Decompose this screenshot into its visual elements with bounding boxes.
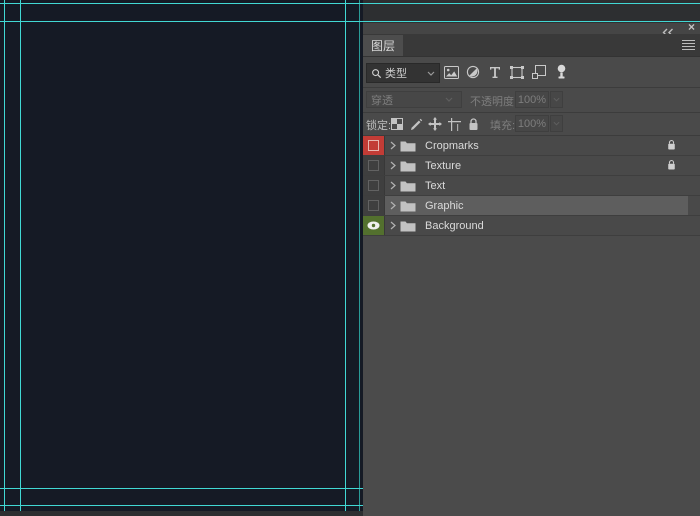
eye-hidden-box	[368, 140, 379, 151]
guide-horizontal	[0, 505, 363, 506]
blend-opacity-row: 穿透 不透明度: 100%	[363, 88, 700, 113]
opacity-dropdown-icon[interactable]	[550, 91, 563, 108]
adjustment-layer-filter-icon[interactable]	[464, 63, 482, 81]
layer-name: Cropmarks	[425, 139, 479, 152]
fill-dropdown-icon[interactable]	[550, 115, 563, 132]
guide-horizontal	[0, 3, 700, 4]
fill-value: 100%	[517, 117, 547, 130]
folder-icon	[400, 200, 416, 212]
opacity-label: 不透明度:	[470, 96, 518, 108]
layer-name: Background	[425, 219, 484, 232]
photoshop-workspace: × 图层 类型 穿透 不透明度: 100% 锁定: 填充: 100% Cropm…	[0, 0, 700, 516]
guide-vertical	[359, 0, 360, 511]
guide-vertical	[20, 0, 21, 511]
filter-kind-label: 类型	[385, 68, 407, 80]
folder-icon	[400, 220, 416, 232]
disclosure-arrow-icon[interactable]	[390, 161, 396, 170]
disclosure-arrow-icon[interactable]	[390, 181, 396, 190]
layer-row-background[interactable]: Background	[363, 216, 700, 236]
lock-icon	[667, 139, 676, 151]
tab-layers[interactable]: 图层	[363, 35, 403, 56]
blend-mode-value: 穿透	[371, 94, 393, 107]
folder-icon	[400, 160, 416, 172]
guide-horizontal	[0, 488, 363, 489]
chevron-down-icon	[427, 71, 435, 76]
filter-kind-select[interactable]: 类型	[366, 63, 440, 83]
folder-icon	[400, 140, 416, 152]
document-canvas[interactable]	[0, 0, 363, 511]
lock-position-icon[interactable]	[427, 116, 443, 132]
folder-icon	[400, 180, 416, 192]
type-layer-filter-icon[interactable]	[486, 63, 504, 81]
lock-transparent-pixels-icon[interactable]	[389, 116, 405, 132]
lock-fill-row: 锁定: 填充: 100%	[363, 113, 700, 136]
panel-menu-icon[interactable]	[682, 40, 695, 51]
collapse-panels-icon[interactable]	[661, 24, 675, 37]
layer-name: Text	[425, 179, 446, 192]
blend-mode-select[interactable]: 穿透	[366, 91, 462, 108]
layer-name: Texture	[425, 159, 462, 172]
disclosure-arrow-icon[interactable]	[390, 141, 396, 150]
layer-row-texture[interactable]: Texture	[363, 156, 700, 176]
visibility-toggle[interactable]	[363, 156, 385, 175]
layer-filter-toggle-icon[interactable]	[552, 62, 570, 82]
pixel-layer-filter-icon[interactable]	[442, 63, 460, 81]
eye-hidden-box	[368, 200, 379, 211]
fill-field[interactable]: 100%	[515, 115, 549, 132]
panel-empty-area	[363, 236, 700, 516]
layer-name: Graphic	[425, 199, 464, 212]
guide-vertical	[4, 0, 5, 511]
layer-row-graphic[interactable]: Graphic	[363, 196, 700, 216]
lock-label: 锁定:	[366, 120, 392, 132]
filter-icon-group	[442, 63, 548, 81]
layer-filter-row: 类型	[363, 57, 700, 88]
layer-row-text[interactable]: Text	[363, 176, 700, 196]
chevron-down-icon	[553, 97, 560, 102]
layer-list: Cropmarks Texture Text Graphic Backgroun…	[363, 136, 700, 236]
close-icon[interactable]: ×	[688, 20, 695, 34]
smart-object-filter-icon[interactable]	[530, 63, 548, 81]
panel-tab-bar: 图层	[363, 34, 700, 57]
visibility-toggle[interactable]	[363, 136, 385, 155]
lock-artboard-nesting-icon[interactable]	[446, 116, 462, 132]
eye-icon	[367, 221, 380, 230]
eye-hidden-box	[368, 180, 379, 191]
opacity-value: 100%	[517, 93, 547, 106]
chevron-down-icon	[553, 121, 560, 126]
tab-layers-label: 图层	[370, 39, 395, 53]
disclosure-arrow-icon[interactable]	[390, 201, 396, 210]
eye-hidden-box	[368, 160, 379, 171]
lock-all-icon[interactable]	[465, 116, 481, 132]
panel-topbar: ×	[363, 20, 700, 37]
layer-row-cropmarks[interactable]: Cropmarks	[363, 136, 700, 156]
disclosure-arrow-icon[interactable]	[390, 221, 396, 230]
shape-layer-filter-icon[interactable]	[508, 63, 526, 81]
opacity-field[interactable]: 100%	[515, 91, 549, 108]
visibility-toggle[interactable]	[363, 196, 385, 215]
visibility-toggle[interactable]	[363, 176, 385, 195]
search-icon	[371, 68, 382, 79]
lock-icon-group	[389, 116, 481, 132]
fill-label: 填充:	[490, 120, 516, 132]
lock-image-pixels-icon[interactable]	[408, 116, 424, 132]
lock-icon	[667, 159, 676, 171]
chevron-down-icon	[445, 97, 453, 102]
visibility-toggle[interactable]	[363, 216, 385, 235]
layers-panel: × 图层 类型 穿透 不透明度: 100% 锁定: 填充: 100% Cropm…	[363, 20, 700, 516]
guide-vertical	[345, 0, 346, 511]
